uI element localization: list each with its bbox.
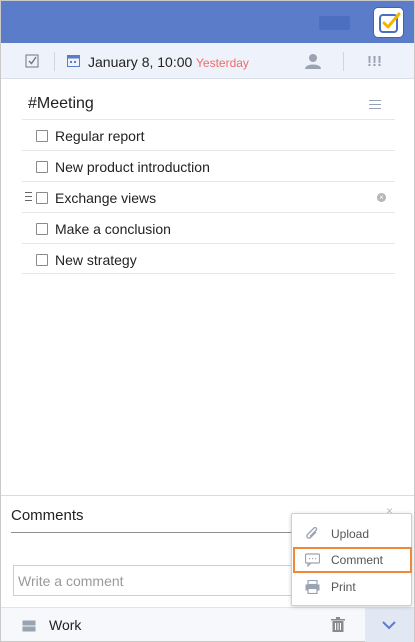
- title-tab[interactable]: [319, 16, 350, 30]
- comment-input[interactable]: [13, 565, 311, 596]
- chevron-down-icon: [382, 621, 396, 630]
- task-window: January 8, 10:00 Yesterday !!! #Meeting …: [0, 0, 415, 642]
- printer-icon: [305, 579, 320, 595]
- due-date[interactable]: January 8, 10:00: [88, 54, 192, 70]
- checklist-item[interactable]: New product introduction: [22, 150, 395, 181]
- task-toolbar: January 8, 10:00 Yesterday !!!: [1, 43, 414, 79]
- item-text[interactable]: New product introduction: [55, 159, 210, 175]
- paperclip-icon: [305, 526, 320, 541]
- checkbox-icon[interactable]: [25, 54, 39, 68]
- menu-item-print[interactable]: Print: [293, 574, 412, 600]
- user-icon[interactable]: [304, 53, 322, 69]
- project-selector[interactable]: Work: [49, 617, 81, 633]
- relative-date: Yesterday: [196, 56, 249, 70]
- task-title[interactable]: #Meeting: [28, 95, 94, 113]
- list-icon[interactable]: [369, 100, 381, 110]
- toolbar-divider: [54, 52, 55, 71]
- comment-icon: [304, 553, 321, 568]
- divider: [11, 532, 311, 533]
- priority-icon[interactable]: !!!: [367, 53, 382, 70]
- inbox-icon[interactable]: [22, 619, 36, 632]
- item-text[interactable]: Regular report: [55, 128, 145, 144]
- menu-item-comment[interactable]: Comment: [293, 547, 412, 573]
- item-checkbox[interactable]: [36, 161, 48, 173]
- trash-icon[interactable]: [331, 617, 345, 632]
- task-content: #Meeting Regular report New product intr…: [1, 79, 414, 495]
- item-text[interactable]: New strategy: [55, 252, 137, 268]
- delete-item-icon[interactable]: ×: [377, 193, 386, 202]
- item-checkbox[interactable]: [36, 254, 48, 266]
- checklist-item[interactable]: Regular report: [22, 119, 395, 150]
- checklist-item[interactable]: New strategy: [22, 243, 395, 274]
- menu-item-label: Upload: [331, 527, 370, 541]
- title-bar: [1, 1, 414, 43]
- checkmark-logo-icon[interactable]: [373, 7, 404, 38]
- item-text[interactable]: Exchange views: [55, 190, 156, 206]
- item-checkbox[interactable]: [36, 192, 48, 204]
- checklist: Regular report New product introduction …: [22, 119, 395, 274]
- item-checkbox[interactable]: [36, 223, 48, 235]
- menu-item-label: Print: [331, 580, 356, 594]
- item-checkbox[interactable]: [36, 130, 48, 142]
- menu-item-upload[interactable]: Upload: [293, 521, 412, 547]
- checklist-item[interactable]: Exchange views ×: [22, 181, 395, 212]
- drag-handle-icon[interactable]: [25, 192, 32, 202]
- toolbar-divider: [343, 52, 344, 71]
- more-options-button[interactable]: [365, 608, 414, 642]
- calendar-icon[interactable]: [67, 54, 80, 67]
- comments-title: Comments: [11, 507, 84, 524]
- item-text[interactable]: Make a conclusion: [55, 221, 171, 237]
- checklist-item[interactable]: Make a conclusion: [22, 212, 395, 243]
- bottom-bar: Work: [1, 607, 414, 642]
- menu-item-label: Comment: [331, 553, 384, 567]
- more-menu: Upload Comment Print: [291, 513, 412, 606]
